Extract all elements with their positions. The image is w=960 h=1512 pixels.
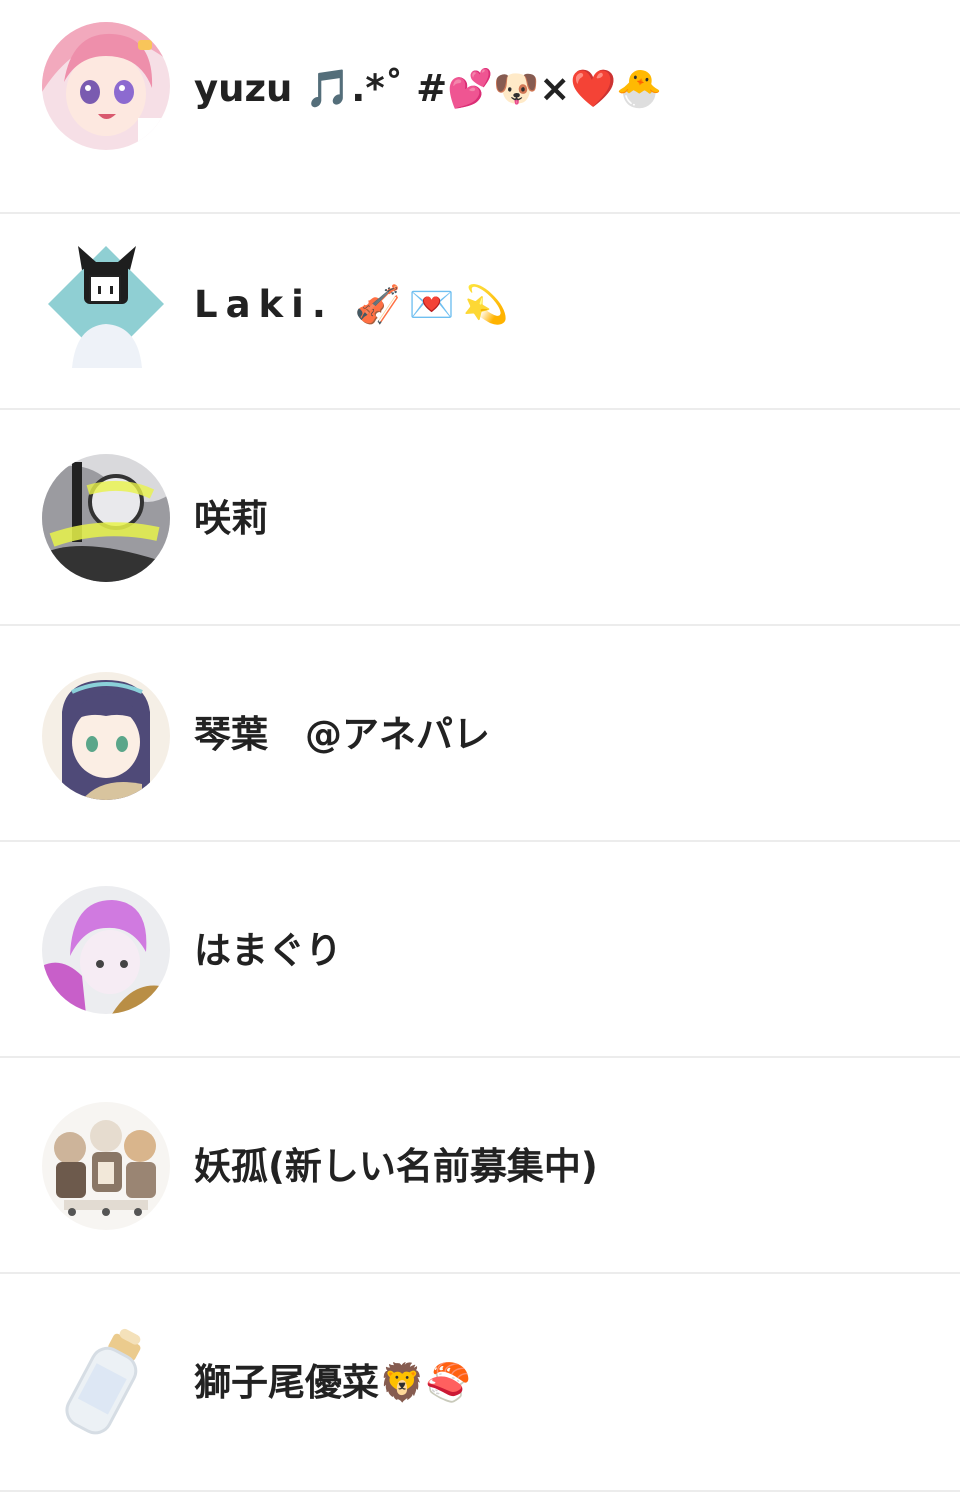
list-item[interactable]: 獅子尾優菜🦁🍣 <box>0 1276 960 1492</box>
avatar-image <box>42 1320 170 1448</box>
avatar[interactable] <box>42 240 170 368</box>
avatar-image <box>42 886 170 1014</box>
user-name: 琴葉 @アネパレ <box>194 713 490 756</box>
user-name: Laki. 🎻💌💫 <box>194 283 517 326</box>
user-list: yuzu 🎵.*˚ #💕🐶×❤️🐣 Laki. 🎻💌💫 咲莉 琴葉 @アネパレ … <box>0 0 960 1512</box>
user-name: 獅子尾優菜🦁🍣 <box>194 1361 472 1404</box>
list-item[interactable]: 妖孤(新しい名前募集中) <box>0 1060 960 1274</box>
avatar-image <box>42 454 170 582</box>
avatar[interactable] <box>42 22 170 150</box>
user-name: はまぐり <box>194 929 342 972</box>
avatar-image <box>42 22 170 150</box>
user-name: 妖孤(新しい名前募集中) <box>194 1145 598 1188</box>
avatar[interactable] <box>42 672 170 800</box>
list-item[interactable]: 琴葉 @アネパレ <box>0 628 960 842</box>
avatar[interactable] <box>42 886 170 1014</box>
avatar-image <box>48 246 164 368</box>
list-item[interactable]: Laki. 🎻💌💫 <box>0 196 960 410</box>
avatar-image <box>42 672 170 800</box>
list-item[interactable]: yuzu 🎵.*˚ #💕🐶×❤️🐣 <box>0 0 960 214</box>
list-item[interactable]: はまぐり <box>0 844 960 1058</box>
avatar-image <box>42 1102 170 1230</box>
avatar[interactable] <box>42 1102 170 1230</box>
user-name: yuzu 🎵.*˚ #💕🐶×❤️🐣 <box>194 67 663 110</box>
user-name: 咲莉 <box>194 497 268 540</box>
avatar[interactable] <box>42 1320 170 1448</box>
list-item[interactable]: 咲莉 <box>0 412 960 626</box>
avatar[interactable] <box>42 454 170 582</box>
